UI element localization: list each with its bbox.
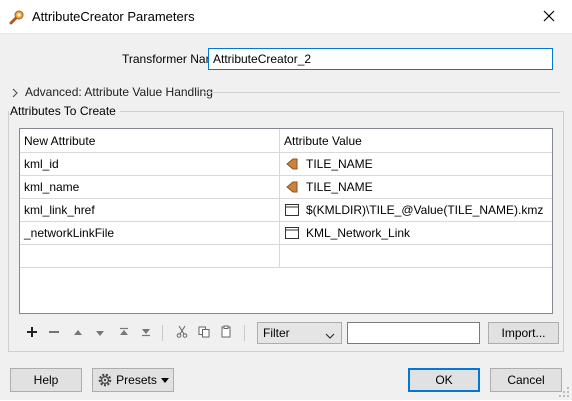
attribute-value-text: TILE_NAME — [306, 180, 373, 194]
remove-row-button[interactable] — [44, 322, 64, 344]
table-row-empty[interactable] — [20, 245, 552, 268]
text-editor-icon — [284, 202, 300, 218]
attribute-value-cell[interactable] — [280, 245, 552, 267]
ok-button[interactable]: OK — [408, 368, 480, 392]
paste-icon — [220, 325, 232, 341]
toolbar-separator — [162, 325, 163, 341]
attribute-value-cell[interactable]: TILE_NAME — [280, 176, 552, 198]
copy-button[interactable] — [194, 322, 214, 344]
attributes-group-label: Attributes To Create — [10, 104, 116, 118]
gear-icon — [97, 372, 113, 388]
add-icon — [26, 326, 38, 341]
filter-input[interactable] — [347, 322, 480, 344]
presets-button[interactable]: Presets — [92, 368, 174, 392]
window-title: AttributeCreator Parameters — [32, 9, 195, 24]
move-down-icon — [95, 326, 105, 340]
caret-down-icon — [160, 377, 169, 383]
table-row[interactable]: kml_link_href $(KMLDIR)\TILE_@Value(TILE… — [20, 199, 552, 222]
cut-button[interactable] — [172, 322, 192, 344]
dialog-window: AttributeCreator Parameters Transformer … — [0, 0, 572, 400]
table-header: New Attribute Attribute Value — [20, 129, 552, 153]
attributes-table: New Attribute Attribute Value kml_id TIL… — [19, 128, 553, 314]
attribute-value-text: KML_Network_Link — [306, 226, 411, 240]
chevron-right-icon — [11, 87, 19, 98]
add-row-button[interactable] — [22, 322, 42, 344]
attribute-value-cell[interactable]: TILE_NAME — [280, 153, 552, 175]
divider — [204, 92, 560, 93]
table-row[interactable]: kml_id TILE_NAME — [20, 153, 552, 176]
column-header-attribute-value[interactable]: Attribute Value — [280, 129, 552, 152]
cut-icon — [176, 325, 188, 341]
move-bottom-icon — [141, 326, 151, 340]
table-row[interactable]: kml_name TILE_NAME — [20, 176, 552, 199]
fme-app-icon — [9, 9, 25, 25]
paste-button[interactable] — [216, 322, 236, 344]
divider — [120, 111, 564, 112]
cancel-button[interactable]: Cancel — [490, 368, 562, 392]
attribute-name-cell[interactable]: kml_link_href — [20, 199, 280, 221]
attribute-value-cell[interactable]: $(KMLDIR)\TILE_@Value(TILE_NAME).kmz — [280, 199, 552, 221]
attribute-value-text: TILE_NAME — [306, 157, 373, 171]
import-button[interactable]: Import... — [488, 322, 559, 344]
remove-icon — [48, 326, 60, 341]
attribute-name-cell[interactable]: kml_name — [20, 176, 280, 198]
move-down-button[interactable] — [90, 322, 110, 344]
attribute-name-cell[interactable]: kml_id — [20, 153, 280, 175]
title-bar: AttributeCreator Parameters — [0, 0, 572, 34]
move-top-button[interactable] — [114, 322, 134, 344]
toolbar-separator — [244, 325, 245, 341]
attribute-name-cell[interactable]: _networkLinkFile — [20, 222, 280, 244]
attribute-value-cell[interactable]: KML_Network_Link — [280, 222, 552, 244]
attribute-name-cell[interactable] — [20, 245, 280, 267]
text-editor-icon — [284, 225, 300, 241]
copy-icon — [198, 326, 210, 341]
dialog-body: Transformer Name: Advanced: Attribute Va… — [8, 40, 564, 352]
resize-grip-icon[interactable] — [558, 386, 570, 398]
column-header-new-attribute[interactable]: New Attribute — [20, 129, 280, 152]
filter-dropdown-value: Filter — [263, 326, 290, 340]
transformer-name-input[interactable] — [208, 48, 553, 70]
chevron-down-icon — [325, 329, 335, 343]
table-row[interactable]: _networkLinkFile KML_Network_Link — [20, 222, 552, 245]
advanced-section-toggle[interactable]: Advanced: Attribute Value Handling — [11, 85, 213, 99]
move-top-icon — [119, 326, 129, 340]
table-toolbar: Filter Import... — [22, 322, 559, 346]
advanced-section-label: Advanced: Attribute Value Handling — [25, 85, 213, 99]
attribute-icon — [284, 179, 300, 195]
move-up-icon — [73, 326, 83, 340]
close-button[interactable] — [526, 0, 572, 34]
help-button[interactable]: Help — [10, 368, 82, 392]
attribute-icon — [284, 156, 300, 172]
move-bottom-button[interactable] — [136, 322, 156, 344]
filter-dropdown[interactable]: Filter — [257, 322, 342, 344]
move-up-button[interactable] — [68, 322, 88, 344]
attribute-value-text: $(KMLDIR)\TILE_@Value(TILE_NAME).kmz — [306, 203, 544, 217]
close-icon — [543, 10, 555, 25]
presets-label: Presets — [116, 373, 157, 387]
